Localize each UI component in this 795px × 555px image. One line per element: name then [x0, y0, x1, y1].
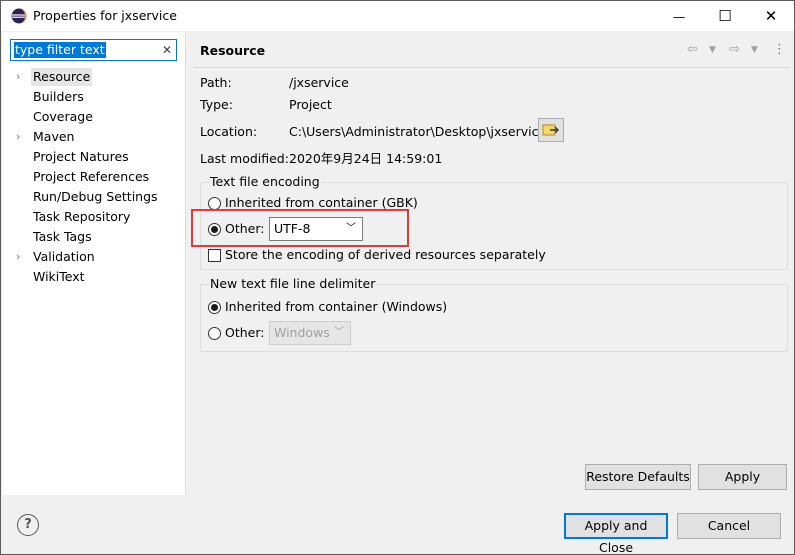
last-modified-label: Last modified:: [200, 151, 289, 166]
tree-item-wikitext[interactable]: WikiText: [2, 267, 186, 287]
type-label: Type:: [200, 97, 233, 112]
category-tree: › Resource Builders Coverage › Maven Pro…: [2, 67, 186, 287]
expand-arrow-icon[interactable]: ›: [16, 67, 26, 87]
path-label: Path:: [200, 75, 232, 90]
minimize-icon: —: [672, 8, 686, 24]
category-pane: type filter text ✕ › Resource Builders C…: [2, 32, 186, 495]
tree-item-resource[interactable]: › Resource: [2, 67, 186, 87]
close-button[interactable]: ✕: [748, 1, 794, 31]
forward-arrow-icon[interactable]: ⇨: [729, 42, 740, 57]
tree-item-label: Validation: [33, 249, 95, 264]
filter-text[interactable]: type filter text: [14, 42, 106, 58]
tree-item-label: WikiText: [33, 269, 85, 284]
apply-and-close-button[interactable]: Apply and Close: [564, 513, 668, 555]
annotation-highlight-box: [191, 209, 409, 247]
delimiter-inherited-label: Inherited from container (Windows): [225, 299, 448, 314]
tree-item-validation[interactable]: › Validation: [2, 247, 186, 267]
tree-item-coverage[interactable]: Coverage: [2, 107, 186, 127]
expand-arrow-icon[interactable]: ›: [16, 127, 26, 147]
path-value: /jxservice: [289, 75, 349, 90]
type-value: Project: [289, 97, 332, 112]
header-separator: [193, 67, 789, 68]
help-icon[interactable]: ?: [17, 514, 39, 536]
tree-item-builders[interactable]: Builders: [2, 87, 186, 107]
view-menu-icon[interactable]: ⋮: [773, 42, 786, 57]
title-bar: Properties for jxservice — ☐ ✕: [1, 1, 794, 31]
tree-item-label: Coverage: [33, 109, 93, 124]
delimiter-inherited-radio[interactable]: [208, 301, 221, 314]
clear-filter-icon[interactable]: ✕: [162, 43, 172, 57]
filter-input[interactable]: type filter text ✕: [10, 39, 177, 61]
back-menu-chevron-icon[interactable]: ▼: [709, 45, 716, 55]
restore-defaults-button[interactable]: Restore Defaults: [585, 464, 691, 490]
apply-button[interactable]: Apply: [698, 464, 787, 490]
text-encoding-group-title: Text file encoding: [209, 174, 321, 190]
forward-menu-chevron-icon[interactable]: ▼: [751, 45, 758, 55]
location-label: Location:: [200, 124, 258, 139]
properties-dialog: Properties for jxservice — ☐ ✕ type filt…: [0, 0, 795, 555]
tree-item-label: Builders: [33, 89, 84, 104]
maximize-button[interactable]: ☐: [702, 1, 748, 31]
store-encoding-label: Store the encoding of derived resources …: [225, 247, 546, 262]
last-modified-value: 2020年9月24日 14:59:01: [289, 151, 443, 166]
close-icon: ✕: [764, 7, 778, 25]
delimiter-other-label: Other:: [225, 325, 265, 340]
window-title: Properties for jxservice: [33, 8, 177, 23]
tree-item-project-natures[interactable]: Project Natures: [2, 147, 186, 167]
line-delimiter-group: New text file line delimiter Inherited f…: [200, 276, 788, 352]
tree-item-task-tags[interactable]: Task Tags: [2, 227, 186, 247]
delimiter-select: Windows ﹀: [269, 321, 351, 345]
tree-item-label: Task Tags: [33, 229, 92, 244]
tree-item-run-debug-settings[interactable]: Run/Debug Settings: [2, 187, 186, 207]
properties-page: Resource ⇦ ▼ ⇨ ▼ ⋮ Path: /jxservice Type…: [187, 32, 794, 495]
page-title: Resource: [200, 43, 266, 58]
open-folder-icon: [542, 124, 559, 136]
tree-item-label: Task Repository: [33, 209, 131, 224]
minimize-button[interactable]: —: [656, 1, 702, 31]
tree-item-label: Project Natures: [33, 149, 129, 164]
maximize-icon: ☐: [718, 7, 732, 25]
eclipse-icon: [11, 8, 27, 24]
store-encoding-checkbox[interactable]: [208, 249, 221, 262]
location-value: C:\Users\Administrator\Desktop\jxservice: [289, 124, 547, 139]
tree-item-label: Run/Debug Settings: [33, 189, 158, 204]
cancel-button[interactable]: Cancel: [677, 513, 781, 539]
tree-item-maven[interactable]: › Maven: [2, 127, 186, 147]
page-navigation: ⇦ ▼ ⇨ ▼ ⋮: [687, 42, 787, 60]
tree-item-label: Resource: [31, 68, 93, 86]
delimiter-other-radio[interactable]: [208, 327, 221, 340]
show-in-explorer-button[interactable]: [538, 118, 564, 142]
tree-item-project-references[interactable]: Project References: [2, 167, 186, 187]
expand-arrow-icon[interactable]: ›: [16, 247, 26, 267]
back-arrow-icon[interactable]: ⇦: [687, 42, 698, 57]
delimiter-select-value: Windows: [274, 325, 330, 340]
tree-item-task-repository[interactable]: Task Repository: [2, 207, 186, 227]
line-delimiter-group-title: New text file line delimiter: [209, 276, 377, 292]
tree-item-label: Project References: [33, 169, 150, 184]
chevron-down-icon: ﹀: [334, 327, 344, 338]
tree-item-label: Maven: [33, 129, 75, 144]
